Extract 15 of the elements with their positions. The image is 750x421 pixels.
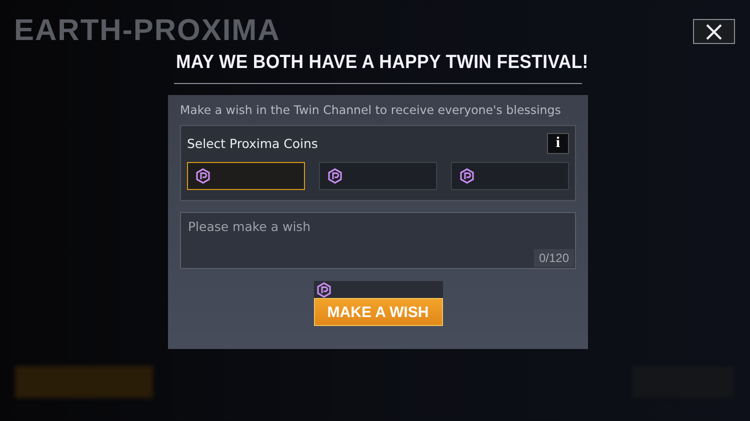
coin-option[interactable] xyxy=(319,162,437,190)
hexagon-coin-icon xyxy=(459,168,475,184)
background-title: EARTH-PROXIMA xyxy=(14,14,280,48)
info-button[interactable]: i xyxy=(547,133,569,154)
coin-select-label: Select Proxima Coins xyxy=(187,136,318,151)
hexagon-coin-icon xyxy=(327,168,343,184)
hexagon-coin-icon xyxy=(316,282,332,298)
close-icon xyxy=(705,22,723,40)
dialog-title: MAY WE BOTH HAVE A HAPPY TWIN FESTIVAL! xyxy=(176,52,588,74)
character-counter: 0/120 xyxy=(534,249,574,267)
coin-option[interactable] xyxy=(451,162,569,190)
close-button[interactable] xyxy=(693,19,735,44)
dialog-message: Make a wish in the Twin Channel to receive everyone's blessings xyxy=(180,103,561,117)
coin-option[interactable] xyxy=(187,162,305,190)
hexagon-coin-icon xyxy=(195,168,211,184)
